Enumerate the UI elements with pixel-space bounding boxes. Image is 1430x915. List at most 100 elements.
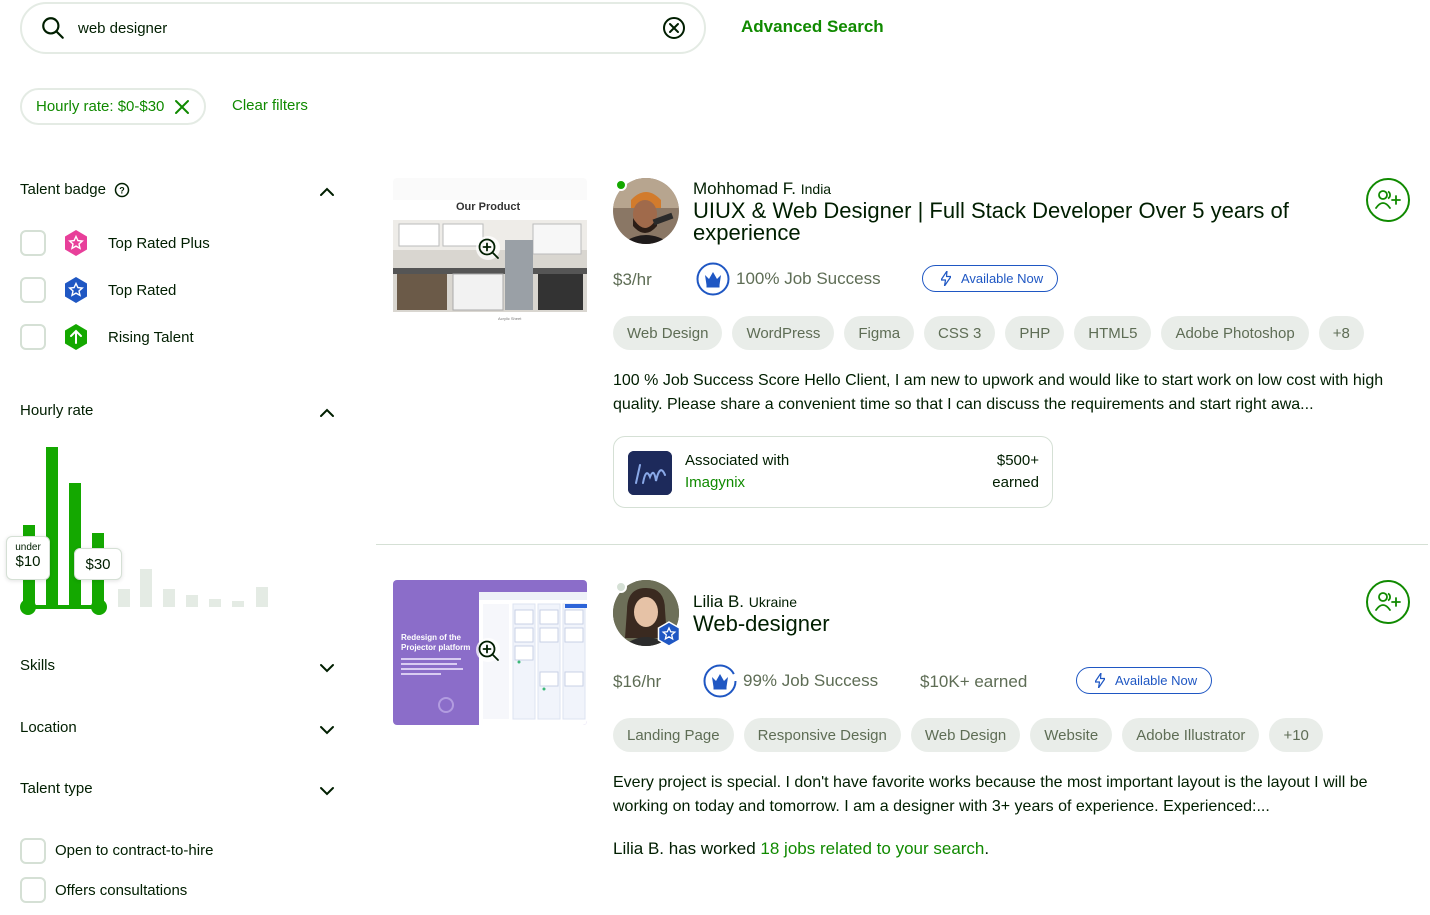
- max-rate-tooltip: $30: [74, 548, 122, 580]
- talent-badge-title[interactable]: Talent badge ?: [20, 181, 130, 198]
- chevron-up-icon[interactable]: [318, 404, 336, 422]
- kitchen-image: [393, 220, 587, 312]
- portfolio-thumbnail[interactable]: Our Product Acrylic Sheet: [393, 178, 587, 323]
- available-now-badge: Available Now: [922, 265, 1059, 292]
- svg-text:?: ?: [119, 185, 125, 195]
- skill-tag[interactable]: PHP: [1005, 316, 1065, 350]
- histogram-bar: [256, 587, 268, 607]
- freelancer-country: India: [800, 181, 832, 197]
- job-success-score: 99% Job Success: [703, 664, 878, 698]
- badge-label: Rising Talent: [108, 328, 194, 346]
- freelancer-title[interactable]: UIUX & Web Designer | Full Stack Develop…: [693, 200, 1333, 244]
- badge-option-top-rated[interactable]: Top Rated: [62, 276, 176, 304]
- skill-tag[interactable]: Figma: [844, 316, 915, 350]
- skill-tag[interactable]: Responsive Design: [743, 718, 901, 752]
- skill-tag[interactable]: HTML5: [1074, 316, 1152, 350]
- skill-tag[interactable]: Landing Page: [613, 718, 734, 752]
- hourly-rate-title[interactable]: Hourly rate: [20, 402, 93, 419]
- hourly-rate-histogram[interactable]: [20, 440, 280, 615]
- skills-title[interactable]: Skills: [20, 657, 55, 674]
- hourly-rate: $3/hr: [613, 270, 652, 289]
- agency-association-card[interactable]: Associated with Imagynix $500+ earned: [613, 436, 1053, 508]
- histogram-bar: [46, 447, 58, 607]
- clear-filters-link[interactable]: Clear filters: [232, 97, 308, 114]
- chevron-down-icon[interactable]: [318, 659, 336, 677]
- thumb-circle: [438, 697, 454, 713]
- clear-search-icon[interactable]: [662, 16, 686, 40]
- associated-with-label: Associated with: [685, 452, 790, 469]
- histogram-bar: [140, 569, 152, 607]
- skill-tags: Landing Page Responsive Design Web Desig…: [613, 718, 1323, 752]
- skill-tag[interactable]: WordPress: [732, 316, 835, 350]
- invite-button[interactable]: [1366, 580, 1410, 624]
- portfolio-thumbnail[interactable]: Redesign of the Projector platform: [393, 580, 587, 725]
- zoom-in-icon[interactable]: [475, 235, 503, 263]
- related-jobs-link[interactable]: 18 jobs related to your search: [760, 839, 984, 858]
- checkbox-contract-to-hire[interactable]: [20, 838, 46, 864]
- freelancer-name[interactable]: Lilia B. Ukraine: [693, 592, 797, 612]
- hourly-rate: $16/hr: [613, 672, 662, 691]
- skill-tags: Web Design WordPress Figma CSS 3 PHP HTM…: [613, 316, 1364, 350]
- skill-tag[interactable]: Website: [1030, 718, 1113, 752]
- search-bar[interactable]: [20, 2, 706, 54]
- checkbox-rising-talent[interactable]: [20, 324, 46, 350]
- skill-tag[interactable]: Web Design: [910, 718, 1021, 752]
- freelancer-description[interactable]: 100 % Job Success Score Hello Client, I …: [613, 369, 1418, 417]
- invite-button[interactable]: [1366, 178, 1410, 222]
- add-user-icon: [1375, 190, 1401, 209]
- job-success-score: 100% Job Success: [696, 262, 881, 296]
- top-rated-icon: [657, 621, 681, 647]
- rising-talent-icon: [65, 324, 87, 350]
- available-now-badge: Available Now: [1076, 667, 1213, 694]
- location-title[interactable]: Location: [20, 719, 77, 736]
- agency-earned-label: earned: [992, 474, 1039, 491]
- search-input[interactable]: [78, 19, 662, 37]
- badge-option-rising-talent[interactable]: Rising Talent: [62, 323, 194, 351]
- agency-name-link[interactable]: Imagynix: [685, 474, 745, 491]
- freelancer-title[interactable]: Web-designer: [693, 613, 1333, 635]
- histogram-bar: [118, 589, 130, 607]
- zoom-in-icon[interactable]: [475, 637, 503, 665]
- total-earned: $10K+ earned: [920, 672, 1028, 691]
- chevron-up-icon[interactable]: [318, 183, 336, 201]
- more-skills-tag[interactable]: +10: [1269, 718, 1323, 752]
- range-track: [28, 605, 100, 609]
- range-max-handle[interactable]: [91, 599, 107, 615]
- checkbox-consultations[interactable]: [20, 877, 46, 903]
- skill-tag[interactable]: Adobe Illustrator: [1122, 718, 1260, 752]
- top-rated-icon: [65, 277, 87, 303]
- badge-label: Top Rated: [108, 281, 177, 299]
- checkbox-top-rated-plus[interactable]: [20, 230, 46, 256]
- online-status-indicator: [615, 179, 627, 191]
- agency-logo: [628, 451, 672, 495]
- advanced-search-link[interactable]: Advanced Search: [741, 17, 884, 37]
- contract-to-hire-label[interactable]: Open to contract-to-hire: [55, 842, 213, 859]
- chevron-down-icon[interactable]: [318, 782, 336, 800]
- close-icon[interactable]: [174, 99, 190, 115]
- checkbox-top-rated[interactable]: [20, 277, 46, 303]
- histogram-bar: [209, 599, 221, 607]
- freelancer-description[interactable]: Every project is special. I don't have f…: [613, 771, 1418, 819]
- histogram-bar: [186, 595, 198, 607]
- lightning-icon: [941, 271, 951, 286]
- help-icon[interactable]: ?: [114, 182, 130, 198]
- crown-icon: [696, 262, 730, 296]
- agency-earned-amount: $500+: [996, 452, 1039, 469]
- range-min-handle[interactable]: [20, 599, 36, 615]
- skill-tag[interactable]: Web Design: [613, 316, 723, 350]
- result-divider: [376, 544, 1428, 545]
- consultations-label[interactable]: Offers consultations: [55, 882, 187, 899]
- min-rate-tooltip: under $10: [6, 536, 50, 580]
- thumb-text-lines: [401, 658, 463, 675]
- skill-tag[interactable]: CSS 3: [924, 316, 996, 350]
- more-skills-tag[interactable]: +8: [1318, 316, 1364, 350]
- skill-tag[interactable]: Adobe Photoshop: [1161, 316, 1309, 350]
- chevron-down-icon[interactable]: [318, 721, 336, 739]
- badge-label: Top Rated Plus: [108, 234, 210, 252]
- badge-option-top-rated-plus[interactable]: Top Rated Plus: [62, 229, 210, 257]
- hourly-rate-filter-chip[interactable]: Hourly rate: $0-$30: [20, 88, 207, 125]
- histogram-bar: [232, 601, 244, 607]
- thumb-title: Our Product: [456, 201, 521, 213]
- freelancer-name[interactable]: Mohhomad F. India: [693, 179, 831, 199]
- talent-type-title[interactable]: Talent type: [20, 780, 93, 797]
